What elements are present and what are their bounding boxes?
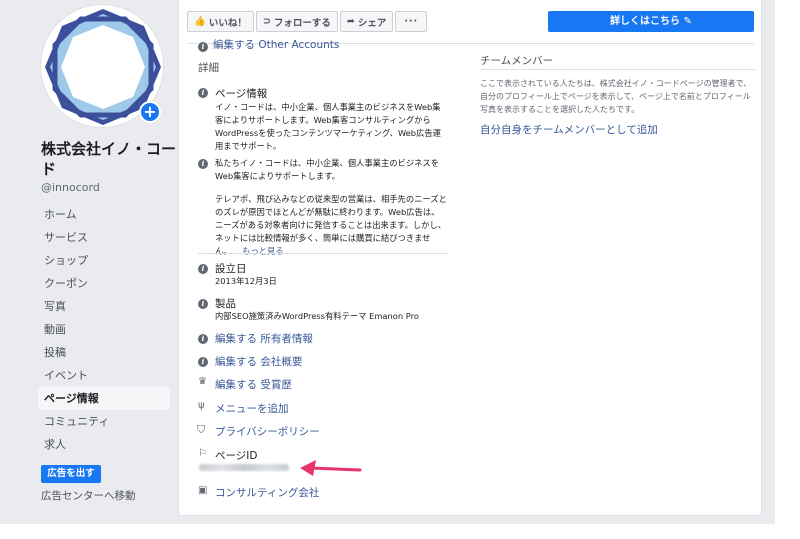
info-icon: i: [198, 159, 208, 169]
add-menu-link[interactable]: メニューを追加: [215, 401, 289, 416]
info-icon: i: [198, 334, 208, 344]
learn-more-label: 詳しくはこちら: [610, 16, 681, 27]
share-button[interactable]: ➦ シェア: [339, 11, 394, 32]
trophy-icon: ♛: [198, 376, 207, 387]
edit-other-accounts-link[interactable]: i 編集する Other Accounts: [198, 37, 339, 52]
products-label: 製品: [215, 298, 236, 310]
learn-more-button[interactable]: 詳しくはこちら ✎: [548, 11, 754, 32]
sidebar-item[interactable]: サービス: [38, 226, 170, 249]
sidebar-item[interactable]: 動画: [38, 318, 170, 341]
page-action-bar: 👍 いいね！ ⊃ フォローする ➦ シェア ···: [187, 11, 428, 32]
sidebar-item[interactable]: ページ情報: [38, 387, 170, 410]
page-id-value-redacted: [199, 464, 289, 471]
details-heading: 詳細: [198, 62, 219, 74]
privacy-policy-link[interactable]: プライバシーポリシー: [215, 424, 320, 439]
shield-icon: ⛉: [197, 423, 206, 436]
info-icon: i: [198, 88, 208, 98]
products-value: 内部SEO施策済みWordPress有料テーマ Emanon Pro: [215, 311, 419, 321]
sidebar-item[interactable]: クーポン: [38, 272, 170, 295]
like-label: いいね！: [208, 17, 247, 29]
sidebar-item[interactable]: 写真: [38, 295, 170, 318]
sidebar-item[interactable]: コミュニティ: [38, 410, 170, 433]
add-self-team-link[interactable]: 自分自身をチームメンバーとして追加: [480, 122, 658, 137]
info-icon: i: [198, 42, 208, 52]
founded-label: 設立日: [215, 263, 247, 275]
follow-label: フォローする: [273, 17, 331, 29]
page-username[interactable]: @innocord: [41, 181, 100, 194]
page-title: 株式会社イノ・コード: [41, 140, 177, 178]
page-info-heading: ページ情報: [215, 88, 268, 100]
briefcase-icon: ▣: [198, 485, 208, 496]
share-arrow-icon: ➦: [346, 16, 355, 27]
share-label: シェア: [357, 17, 387, 29]
sidebar-item[interactable]: ショップ: [38, 249, 170, 272]
thumbs-up-icon: 👍: [194, 16, 206, 27]
edit-other-accounts-label: 編集する Other Accounts: [213, 39, 340, 51]
pointer-arrow-icon: [300, 460, 362, 476]
add-photo-button[interactable]: +: [139, 101, 161, 123]
fork-knife-icon: ψ: [198, 400, 205, 411]
rss-icon: ⊃: [262, 16, 271, 27]
info-icon: i: [198, 299, 208, 309]
page-info-description: イノ・コードは、中小企業、個人事業主のビジネスをWeb集客によりサポートします。…: [215, 102, 441, 151]
see-more-link[interactable]: もっと見る: [242, 246, 284, 256]
sidebar-item[interactable]: 求人: [38, 433, 170, 456]
section-divider: [198, 253, 448, 254]
story-paragraph-1: 私たちイノ・コードは、中小企業、個人事業主のビジネスをWeb集客によりサポートし…: [215, 158, 440, 181]
more-button[interactable]: ···: [395, 11, 428, 32]
info-icon: i: [198, 357, 208, 367]
promote-button[interactable]: 広告を出す: [41, 465, 101, 483]
edit-overview-link[interactable]: 編集する 会社概要: [215, 354, 302, 369]
sidebar-item[interactable]: イベント: [38, 364, 170, 387]
page-id-label: ページID: [215, 450, 258, 462]
edit-awards-link[interactable]: 編集する 受賞歴: [215, 377, 292, 392]
category-link[interactable]: コンサルティング会社: [215, 485, 319, 500]
flag-icon: ⚐: [198, 448, 207, 459]
founded-value: 2013年12月3日: [215, 276, 277, 286]
ad-center-link[interactable]: 広告センターへ移動: [41, 488, 136, 503]
follow-button[interactable]: ⊃ フォローする: [255, 11, 338, 32]
sidebar-item[interactable]: 投稿: [38, 341, 170, 364]
team-members-heading: チームメンバー: [480, 55, 554, 67]
sidebar-item[interactable]: ホーム: [38, 203, 170, 226]
sidebar-nav: ホーム サービス ショップ クーポン 写真 動画 投稿 イベント ページ情報 コミュニティ 求人: [38, 203, 170, 456]
story-paragraph-2: テレアポ、飛び込みなどの従来型の営業は、相手先のニーズとのズレが原因でほとんどが…: [215, 193, 447, 258]
team-divider: [480, 69, 755, 70]
team-description: ここで表示されている人たちは、株式会社イノ・コードページの管理者で、自分のプロフ…: [480, 79, 752, 114]
edit-owner-link[interactable]: 編集する 所有者情報: [215, 331, 313, 346]
like-button[interactable]: 👍 いいね！: [187, 11, 254, 32]
info-icon: i: [198, 264, 208, 274]
pencil-icon: ✎: [683, 16, 692, 27]
